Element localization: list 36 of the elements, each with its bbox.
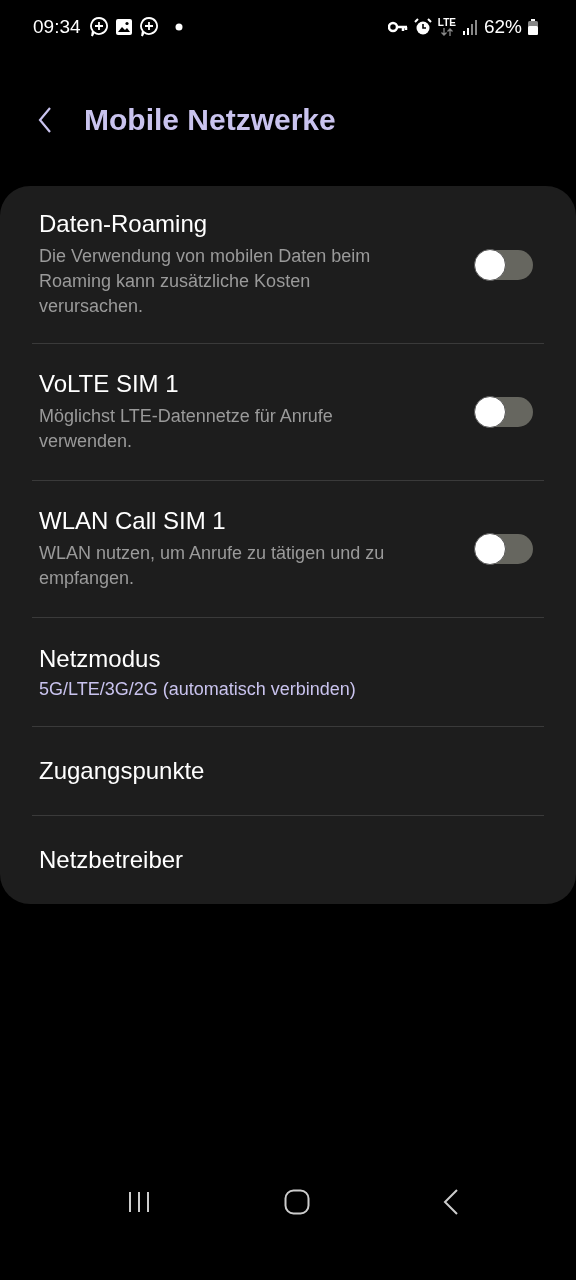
setting-title: Netzbetreiber <box>39 846 184 874</box>
setting-title: WLAN Call SIM 1 <box>39 507 227 535</box>
settings-item[interactable]: Zugangspunkte <box>32 727 544 815</box>
data-arrows-icon <box>439 28 454 36</box>
toggle-switch[interactable] <box>475 249 533 280</box>
settings-item[interactable]: Daten-Roaming Die Verwendung von mobilen Daten beim Roaming kann zusätzliche Kosten verursachen. <box>32 186 544 343</box>
setting-title: Zugangspunkte <box>39 757 205 785</box>
page-title: Mobile Netzwerke <box>84 103 336 137</box>
image-icon <box>114 18 133 36</box>
toggle-switch[interactable] <box>475 534 533 564</box>
chat-plus-icon <box>138 16 159 38</box>
back-icon[interactable] <box>443 1189 460 1215</box>
clock: 09:34 <box>33 16 81 38</box>
recent-apps-icon[interactable] <box>126 1191 151 1213</box>
setting-description: WLAN nutzen, um Anrufe zu tätigen und zu empfangen. <box>39 542 386 590</box>
battery-icon <box>528 19 538 35</box>
setting-description: Möglichst LTE-Datennetze für Anrufe verwenden. <box>39 405 334 453</box>
setting-title: Daten-Roaming <box>39 210 209 238</box>
setting-description: Die Verwendung von mobilen Daten beim Roaming kann zusätzliche Kosten verursachen. <box>39 245 372 318</box>
alarm-icon <box>413 18 432 36</box>
dot-icon <box>174 23 183 31</box>
home-icon[interactable] <box>284 1189 310 1215</box>
back-button[interactable] <box>38 106 52 134</box>
battery-percentage: 62% <box>483 16 522 38</box>
network-type-label: LTE <box>437 18 456 28</box>
settings-item[interactable]: Netzbetreiber <box>32 816 544 904</box>
settings-item[interactable]: WLAN Call SIM 1 WLAN nutzen, um Anrufe zu tätigen und zu empfangen. <box>32 481 544 617</box>
signal-icon <box>461 19 478 35</box>
settings-item[interactable]: Netzmodus 5G/LTE/3G/2G (automatisch verbinden) <box>32 618 544 726</box>
toggle-switch[interactable] <box>475 397 533 427</box>
setting-title: Netzmodus <box>39 644 162 673</box>
chat-plus-icon <box>88 16 109 38</box>
settings-item[interactable]: VoLTE SIM 1 Möglichst LTE-Datennetze für Anrufe verwenden. <box>32 344 544 480</box>
key-icon <box>387 21 408 33</box>
setting-title: VoLTE SIM 1 <box>39 370 180 398</box>
setting-value: 5G/LTE/3G/2G (automatisch verbinden) <box>39 678 356 700</box>
